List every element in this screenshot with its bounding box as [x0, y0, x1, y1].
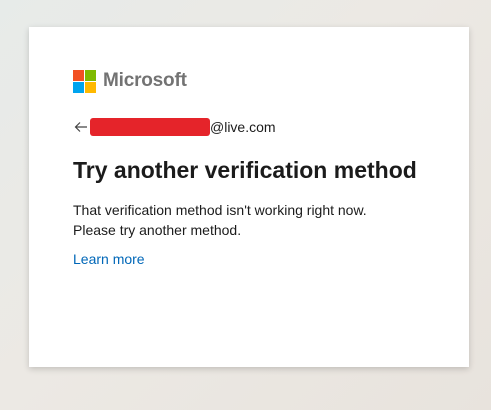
error-message-line-1: That verification method isn't working r…	[73, 202, 367, 218]
learn-more-link[interactable]: Learn more	[73, 251, 145, 267]
identity-row: @live.com	[73, 117, 276, 137]
redacted-email-prefix	[90, 118, 210, 136]
sign-in-card: Microsoft @live.com Try another verifica…	[29, 27, 469, 367]
error-message-line-2: Please try another method.	[73, 222, 242, 238]
brand-name: Microsoft	[103, 70, 187, 91]
error-message: That verification method isn't working r…	[73, 200, 443, 240]
page-title: Try another verification method	[73, 157, 417, 183]
microsoft-logo-icon	[73, 69, 96, 93]
email-suffix: @live.com	[210, 119, 276, 135]
microsoft-logo-row: Microsoft	[73, 69, 187, 93]
arrow-left-icon[interactable]	[73, 119, 89, 135]
